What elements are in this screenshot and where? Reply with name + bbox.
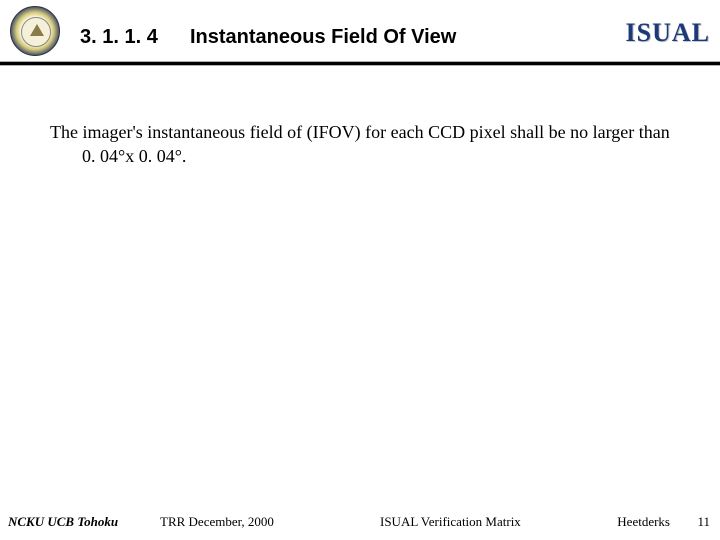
ucb-seal-icon	[10, 6, 60, 56]
body-paragraph: The imager's instantaneous field of (IFO…	[50, 120, 670, 169]
footer-doc-title: ISUAL Verification Matrix	[380, 514, 521, 530]
footer-doc-ref: TRR December, 2000	[160, 514, 274, 530]
footer-page-number: 11	[697, 514, 710, 530]
slide-header: 3. 1. 1. 4 Instantaneous Field Of View I…	[0, 0, 720, 60]
slide-title: Instantaneous Field Of View	[190, 26, 456, 49]
body-text-content: The imager's instantaneous field of (IFO…	[50, 120, 670, 169]
footer-orgs: NCKU UCB Tohoku	[8, 514, 118, 530]
footer-author: Heetderks	[617, 514, 670, 530]
section-number: 3. 1. 1. 4	[80, 26, 158, 49]
isual-logo: ISUAL	[626, 18, 710, 48]
header-divider	[0, 62, 720, 65]
